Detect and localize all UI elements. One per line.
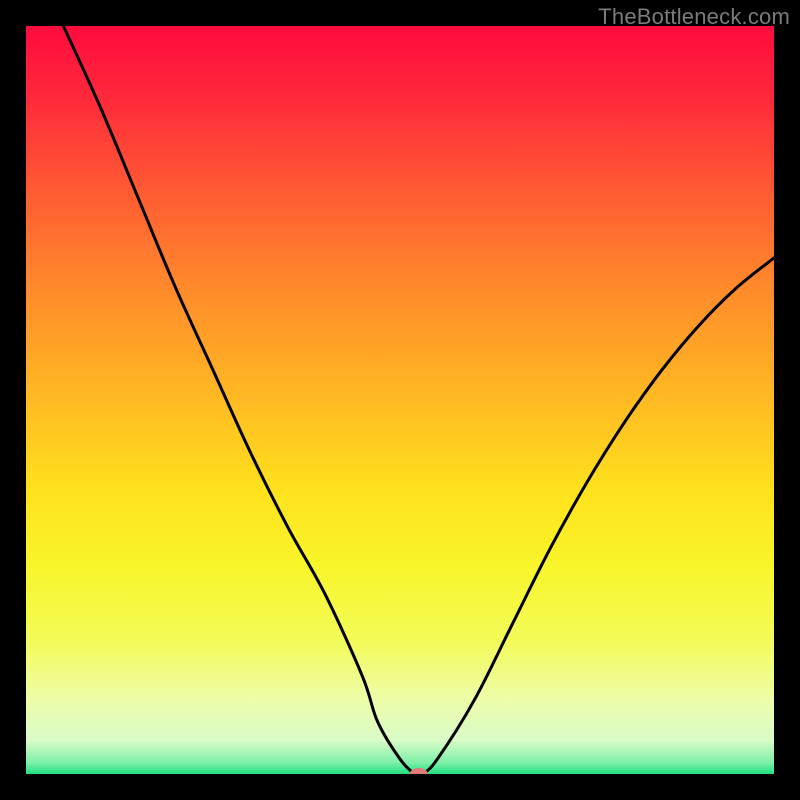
chart-frame: TheBottleneck.com: [0, 0, 800, 800]
chart-svg: [26, 26, 774, 774]
gradient-background: [26, 26, 774, 774]
plot-area: [26, 26, 774, 774]
